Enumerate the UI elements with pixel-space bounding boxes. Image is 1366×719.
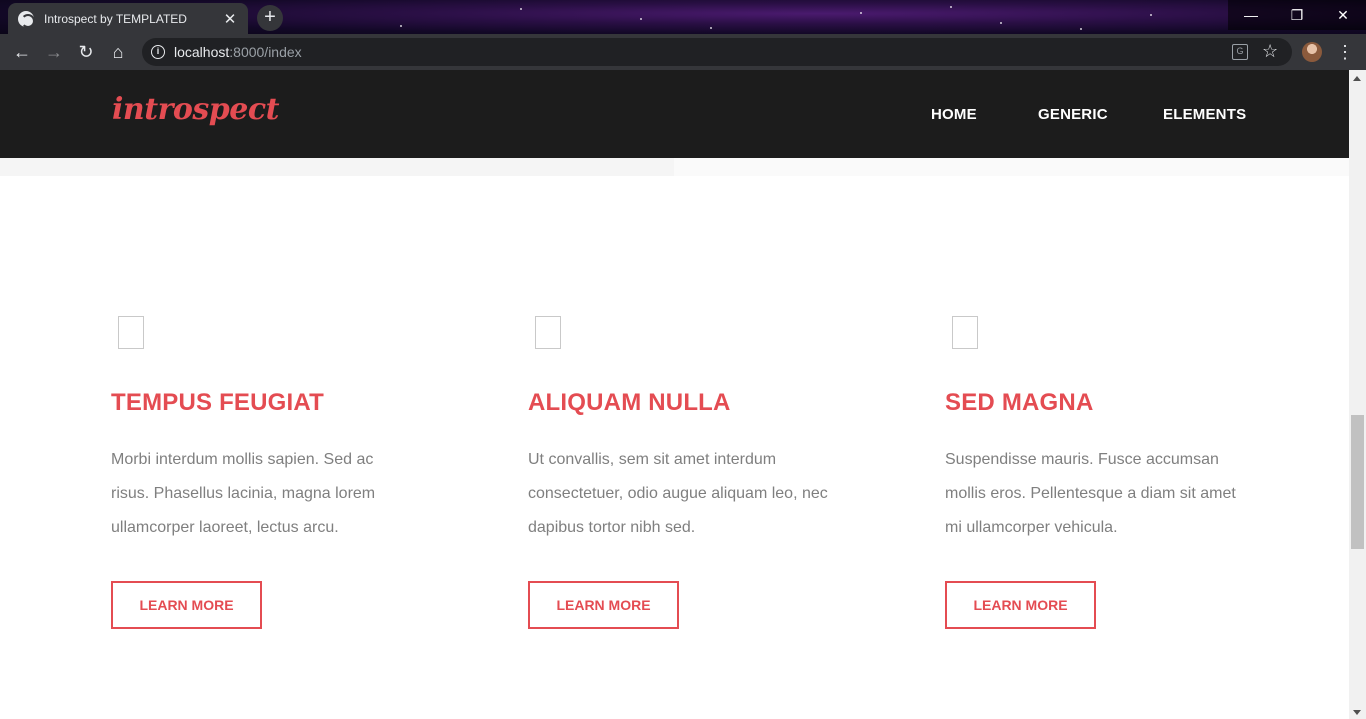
- url-text[interactable]: localhost:8000/index: [174, 44, 302, 60]
- tab-title: Introspect by TEMPLATED: [44, 11, 187, 26]
- feature-card: TEMPUS FEUGIAT Morbi interdum mollis sap…: [111, 316, 431, 629]
- url-host: localhost: [174, 44, 230, 60]
- scroll-down-icon[interactable]: [1353, 710, 1361, 715]
- learn-more-button[interactable]: LEARN MORE: [111, 581, 262, 629]
- profile-avatar[interactable]: [1302, 42, 1322, 62]
- placeholder-box-icon: [952, 316, 978, 349]
- feature-title: TEMPUS FEUGIAT: [111, 389, 325, 416]
- section-divider: [674, 158, 1349, 176]
- browser-toolbar: ← → ↻ ⌂ i localhost:8000/index G ☆ ⋮: [0, 34, 1366, 70]
- nav-home[interactable]: HOME: [931, 106, 977, 123]
- feature-card: SED MAGNA Suspendisse mauris. Fusce accu…: [945, 316, 1265, 629]
- forward-button[interactable]: →: [42, 40, 66, 64]
- feature-title: SED MAGNA: [945, 389, 1094, 416]
- new-tab-button[interactable]: +: [257, 5, 283, 31]
- browser-menu-icon[interactable]: ⋮: [1336, 40, 1354, 64]
- site-header: introspect HOME GENERIC ELEMENTS: [0, 70, 1349, 158]
- site-logo[interactable]: introspect: [112, 92, 279, 127]
- section-divider: [0, 158, 674, 176]
- placeholder-box-icon: [118, 316, 144, 349]
- page-scrollbar[interactable]: [1349, 70, 1366, 719]
- browser-tab[interactable]: Introspect by TEMPLATED ✕: [8, 3, 248, 34]
- url-path: :8000/index: [229, 44, 302, 60]
- reload-button[interactable]: ↻: [74, 40, 98, 64]
- nav-elements[interactable]: ELEMENTS: [1163, 106, 1246, 123]
- feature-text: Suspendisse mauris. Fusce accumsan molli…: [945, 451, 1236, 536]
- maximize-button[interactable]: ❐: [1274, 0, 1320, 30]
- bookmark-star-icon[interactable]: ☆: [1262, 41, 1278, 62]
- learn-more-button[interactable]: LEARN MORE: [528, 581, 679, 629]
- scroll-up-icon[interactable]: [1353, 76, 1361, 81]
- feature-text: Ut convallis, sem sit amet interdum cons…: [528, 451, 828, 536]
- home-button[interactable]: ⌂: [106, 40, 130, 64]
- address-bar[interactable]: i localhost:8000/index G ☆: [142, 38, 1292, 66]
- close-window-button[interactable]: ✕: [1320, 0, 1366, 30]
- minimize-button[interactable]: —: [1228, 0, 1274, 30]
- globe-icon: [18, 10, 35, 28]
- page-viewport: introspect HOME GENERIC ELEMENTS TEMPUS …: [0, 70, 1349, 719]
- tab-close-icon[interactable]: ✕: [222, 10, 238, 28]
- nav-generic[interactable]: GENERIC: [1038, 106, 1108, 123]
- placeholder-box-icon: [535, 316, 561, 349]
- feature-text: Morbi interdum mollis sapien. Sed ac ris…: [111, 451, 376, 536]
- back-button[interactable]: ←: [10, 40, 34, 64]
- learn-more-button[interactable]: LEARN MORE: [945, 581, 1096, 629]
- feature-card: ALIQUAM NULLA Ut convallis, sem sit amet…: [528, 316, 848, 629]
- info-icon[interactable]: i: [151, 45, 165, 59]
- translate-icon[interactable]: G: [1232, 44, 1248, 60]
- browser-titlebar: Introspect by TEMPLATED ✕ + — ❐ ✕: [0, 0, 1366, 34]
- scrollbar-thumb[interactable]: [1351, 415, 1364, 549]
- feature-title: ALIQUAM NULLA: [528, 389, 731, 416]
